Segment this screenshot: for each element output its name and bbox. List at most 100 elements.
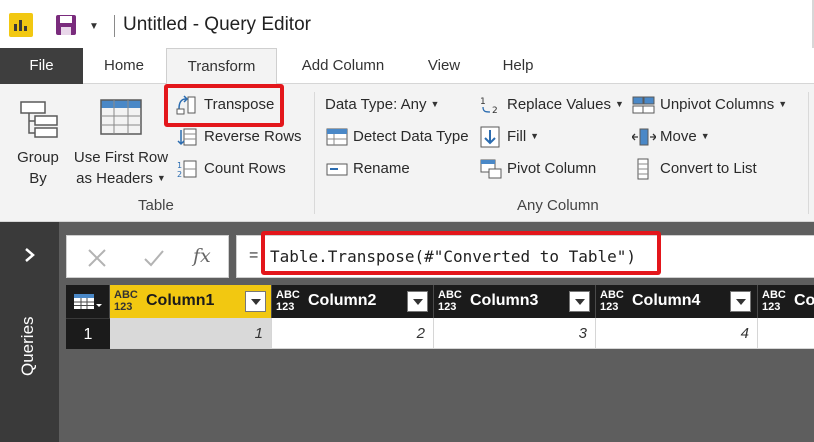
title-bar: ▼ Untitled - Query Editor <box>0 0 814 48</box>
chevron-right-icon[interactable] <box>22 247 38 263</box>
convert-to-list-icon <box>637 158 649 180</box>
fill-dropdown[interactable]: Fill ▼ <box>507 128 539 145</box>
chevron-down-icon: ▼ <box>778 99 788 109</box>
svg-text:2: 2 <box>177 170 182 179</box>
table-icon <box>74 294 102 309</box>
move-label: Move <box>660 128 697 145</box>
column-header-column5[interactable]: ABC 123 Co <box>758 285 814 318</box>
type-label-bottom: 123 <box>276 301 295 313</box>
column-name: Column2 <box>308 292 377 309</box>
pivot-column-button[interactable]: Pivot Column <box>507 160 596 177</box>
first-row-label-text: as Headers <box>76 170 153 187</box>
formula-controls: fx <box>66 235 229 278</box>
count-rows-icon: 1 2 <box>177 160 197 179</box>
use-first-row-headers-icon <box>100 99 142 135</box>
type-label-bottom: 123 <box>762 301 781 313</box>
table-cell[interactable]: 1 <box>110 318 272 349</box>
svg-text:1: 1 <box>480 97 486 107</box>
queries-pane-label: Queries <box>18 316 37 376</box>
svg-text:2: 2 <box>492 106 498 115</box>
table-cell[interactable] <box>758 318 814 349</box>
table-cell[interactable]: 3 <box>434 318 596 349</box>
convert-to-list-button[interactable]: Convert to List <box>660 160 757 177</box>
filter-dropdown-icon[interactable] <box>569 291 590 312</box>
svg-text:1: 1 <box>177 161 182 170</box>
group-by-label-line2: By <box>29 170 47 187</box>
chevron-down-icon: ▼ <box>614 99 624 109</box>
type-label-bottom: 123 <box>114 301 133 313</box>
type-label-bottom: 123 <box>438 301 457 313</box>
column-name: Co <box>794 292 814 309</box>
formula-highlight <box>261 231 661 275</box>
replace-values-dropdown[interactable]: Replace Values ▼ <box>507 96 624 113</box>
detect-data-type-icon <box>326 128 348 146</box>
window-title: Untitled - Query Editor <box>123 14 311 35</box>
group-separator <box>808 92 809 214</box>
reverse-rows-icon <box>177 128 197 146</box>
replace-values-icon: 1 2 <box>480 97 498 115</box>
data-type-label: Data Type: Any <box>325 96 427 113</box>
type-any-icon: ABC 123 <box>114 289 138 313</box>
save-icon[interactable] <box>55 14 77 36</box>
type-label-top: ABC <box>276 289 300 301</box>
filter-dropdown-icon[interactable] <box>730 291 751 312</box>
powerbi-logo-icon <box>9 13 33 37</box>
tab-view[interactable]: View <box>415 48 473 84</box>
filter-dropdown-icon[interactable] <box>245 291 266 312</box>
ribbon-tab-bar: File Home Transform Add Column View Help <box>0 48 814 85</box>
table-cell[interactable]: 2 <box>272 318 434 349</box>
type-any-icon: ABC 123 <box>438 289 462 313</box>
type-label-top: ABC <box>438 289 462 301</box>
unpivot-columns-label: Unpivot Columns <box>660 96 775 113</box>
type-any-icon: ABC 123 <box>600 289 624 313</box>
unpivot-columns-dropdown[interactable]: Unpivot Columns ▼ <box>660 96 787 113</box>
column-name: Column3 <box>470 292 539 309</box>
column-header-column3[interactable]: ABC 123 Column3 <box>434 285 596 318</box>
cancel-formula-icon[interactable] <box>86 247 108 269</box>
any-column-group-label: Any Column <box>517 197 599 214</box>
type-label-top: ABC <box>762 289 786 301</box>
chevron-down-icon: ▼ <box>530 131 540 141</box>
column-header-column1[interactable]: ABC 123 Column1 <box>110 285 272 318</box>
column-header-column2[interactable]: ABC 123 Column2 <box>272 285 434 318</box>
tab-transform[interactable]: Transform <box>166 48 277 85</box>
column-name: Column4 <box>632 292 701 309</box>
tab-add-column[interactable]: Add Column <box>289 48 397 84</box>
filter-dropdown-icon[interactable] <box>407 291 428 312</box>
table-cell[interactable]: 4 <box>596 318 758 349</box>
fx-icon[interactable]: fx <box>193 245 211 267</box>
chevron-down-icon: ▼ <box>430 99 440 109</box>
chevron-down-icon: ▼ <box>156 173 166 183</box>
type-label-top: ABC <box>114 289 138 301</box>
tab-home[interactable]: Home <box>92 48 156 84</box>
group-by-icon <box>20 101 58 138</box>
type-any-icon: ABC 123 <box>762 289 786 313</box>
type-label-top: ABC <box>600 289 624 301</box>
move-dropdown[interactable]: Move ▼ <box>660 128 710 145</box>
ribbon: Group By Use First Row as Headers ▼ Trans… <box>0 84 814 222</box>
first-row-label-line2: as Headers ▼ <box>70 170 172 187</box>
count-rows-button[interactable]: Count Rows <box>204 160 286 177</box>
tab-file[interactable]: File <box>0 48 83 84</box>
type-any-icon: ABC 123 <box>276 289 300 313</box>
replace-values-label: Replace Values <box>507 96 611 113</box>
transpose-highlight <box>164 84 284 127</box>
data-type-dropdown[interactable]: Data Type: Any ▼ <box>325 96 439 113</box>
tab-help[interactable]: Help <box>493 48 543 84</box>
detect-data-type-button[interactable]: Detect Data Type <box>353 128 469 145</box>
table-menu-button[interactable] <box>66 285 110 318</box>
chevron-down-icon: ▼ <box>700 131 710 141</box>
table-group-label: Table <box>138 197 174 214</box>
column-header-column4[interactable]: ABC 123 Column4 <box>596 285 758 318</box>
rename-button[interactable]: Rename <box>353 160 410 177</box>
quick-access-dropdown-icon[interactable]: ▼ <box>86 16 102 36</box>
title-separator <box>114 15 115 37</box>
fill-down-icon <box>480 126 500 148</box>
commit-formula-icon[interactable] <box>143 247 165 269</box>
pivot-column-icon <box>480 159 502 179</box>
reverse-rows-button[interactable]: Reverse Rows <box>204 128 302 145</box>
fill-label: Fill <box>507 128 527 145</box>
row-number[interactable]: 1 <box>66 318 110 349</box>
unpivot-columns-icon <box>632 96 655 114</box>
group-by-label-line1: Group <box>17 149 59 166</box>
